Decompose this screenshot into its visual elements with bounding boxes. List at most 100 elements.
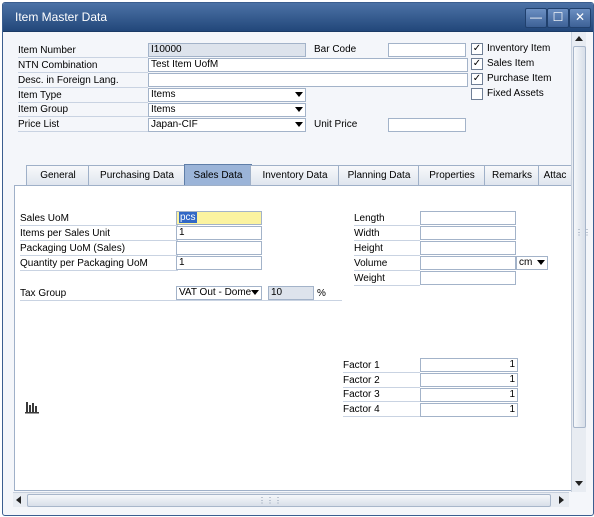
vertical-scrollbar[interactable]: ⋮⋮	[571, 32, 591, 492]
tab-attachments[interactable]: Attac	[538, 165, 572, 185]
maximize-button[interactable]: ☐	[547, 8, 569, 28]
dropdown-arrow-icon	[295, 92, 303, 97]
bar-code-label: Bar Code	[314, 44, 357, 55]
ntn-label: NTN Combination	[18, 60, 98, 71]
divider	[343, 401, 420, 402]
check-icon: ✓	[472, 58, 482, 69]
packaging-uom-field[interactable]	[176, 241, 262, 255]
dropdown-arrow-icon	[295, 122, 303, 127]
factor2-field[interactable]: 1	[420, 373, 518, 387]
tab-purchasing-data[interactable]: Purchasing Data	[88, 165, 186, 185]
item-type-value: Items	[151, 89, 176, 100]
tax-rate-field[interactable]: 10	[268, 286, 314, 300]
item-type-select[interactable]: Items	[148, 88, 306, 102]
tax-group-label: Tax Group	[20, 288, 67, 299]
fixed-assets-checkbox[interactable]	[471, 88, 483, 100]
dropdown-arrow-icon	[537, 260, 545, 265]
items-per-sales-unit-field[interactable]: 1	[176, 226, 262, 240]
tab-general[interactable]: General	[26, 165, 90, 185]
tax-group-select[interactable]: VAT Out - Dome	[176, 286, 262, 300]
qty-per-packaging-label: Quantity per Packaging UoM	[20, 258, 148, 269]
factor1-field[interactable]: 1	[420, 358, 518, 372]
item-number-field[interactable]: I10000	[148, 43, 306, 57]
horizontal-scroll-thumb[interactable]: ⋮⋮⋮	[27, 494, 551, 507]
divider	[354, 285, 420, 286]
divider	[354, 270, 420, 271]
price-list-select[interactable]: Japan-CIF	[148, 118, 306, 132]
scroll-down-icon[interactable]	[575, 481, 583, 486]
purchase-item-label: Purchase Item	[487, 73, 552, 84]
form-content: Item Number I10000 NTN Combination Test …	[4, 32, 572, 492]
scroll-right-icon[interactable]	[559, 496, 564, 504]
inventory-item-label: Inventory Item	[487, 43, 551, 54]
bar-chart-icon[interactable]	[25, 400, 41, 414]
factor2-label: Factor 2	[343, 375, 380, 386]
tab-planning-data[interactable]: Planning Data	[338, 165, 420, 185]
dropdown-arrow-icon	[251, 290, 259, 295]
volume-unit-select[interactable]: cm	[516, 256, 548, 270]
scroll-up-icon[interactable]	[575, 36, 583, 41]
height-field[interactable]	[420, 241, 516, 255]
divider	[354, 225, 420, 226]
sales-data-panel: Sales UoM pcs Items per Sales Unit 1 Pac…	[14, 185, 572, 491]
factor3-field[interactable]: 1	[420, 388, 518, 402]
item-group-value: Items	[151, 104, 176, 115]
vertical-scroll-thumb[interactable]: ⋮⋮	[573, 46, 591, 428]
tax-group-value: VAT Out - Dome	[179, 287, 252, 298]
price-list-value: Japan-CIF	[151, 119, 198, 130]
check-icon: ✓	[472, 43, 482, 54]
divider	[354, 255, 420, 256]
factor3-label: Factor 3	[343, 389, 380, 400]
height-label: Height	[354, 243, 383, 254]
divider	[354, 240, 420, 241]
close-button[interactable]: ✕	[569, 8, 591, 28]
sales-uom-label: Sales UoM	[20, 213, 69, 224]
divider	[343, 416, 420, 417]
tab-properties[interactable]: Properties	[418, 165, 486, 185]
horizontal-scrollbar[interactable]: ⋮⋮⋮	[13, 492, 569, 507]
divider	[20, 300, 342, 301]
volume-field[interactable]	[420, 256, 516, 270]
sales-uom-field[interactable]: pcs	[176, 211, 262, 225]
bar-code-field[interactable]	[388, 43, 466, 57]
factor4-field[interactable]: 1	[420, 403, 518, 417]
weight-field[interactable]	[420, 271, 516, 285]
unit-price-field[interactable]	[388, 118, 466, 132]
grip-icon: ⋮⋮	[575, 228, 591, 237]
minimize-button[interactable]: —	[525, 8, 547, 28]
tab-sales-data[interactable]: Sales Data	[184, 164, 252, 186]
ntn-combination-field[interactable]: Test Item UofM	[148, 58, 468, 72]
length-label: Length	[354, 213, 385, 224]
qty-per-packaging-field[interactable]: 1	[176, 256, 262, 270]
check-icon: ✓	[472, 73, 482, 84]
desc-foreign-field[interactable]	[148, 73, 468, 87]
item-group-select[interactable]: Items	[148, 103, 306, 117]
divider	[20, 225, 178, 226]
sales-item-checkbox[interactable]: ✓	[471, 58, 483, 70]
fixed-assets-label: Fixed Assets	[487, 88, 544, 99]
width-label: Width	[354, 228, 380, 239]
inventory-item-checkbox[interactable]: ✓	[471, 43, 483, 55]
divider	[343, 372, 420, 373]
window-title: Item Master Data	[15, 10, 108, 24]
title-bar[interactable]: Item Master Data — ☐ ✕	[3, 3, 593, 32]
grip-icon: ⋮⋮⋮	[258, 496, 282, 505]
tab-inventory-data[interactable]: Inventory Data	[250, 165, 340, 185]
divider	[18, 57, 148, 58]
sales-uom-value: pcs	[179, 212, 197, 223]
divider	[20, 270, 178, 271]
packaging-uom-label: Packaging UoM (Sales)	[20, 243, 126, 254]
unit-price-label: Unit Price	[314, 119, 358, 130]
scroll-left-icon[interactable]	[16, 496, 21, 504]
price-list-label: Price List	[18, 119, 60, 130]
factor4-label: Factor 4	[343, 404, 380, 415]
tab-remarks[interactable]: Remarks	[484, 165, 540, 185]
tab-strip: General Purchasing Data Sales Data Inven…	[14, 164, 572, 186]
divider	[18, 102, 148, 103]
length-field[interactable]	[420, 211, 516, 225]
item-number-label: Item Number	[18, 45, 76, 56]
width-field[interactable]	[420, 226, 516, 240]
purchase-item-checkbox[interactable]: ✓	[471, 73, 483, 85]
divider	[18, 131, 148, 132]
divider	[20, 240, 178, 241]
